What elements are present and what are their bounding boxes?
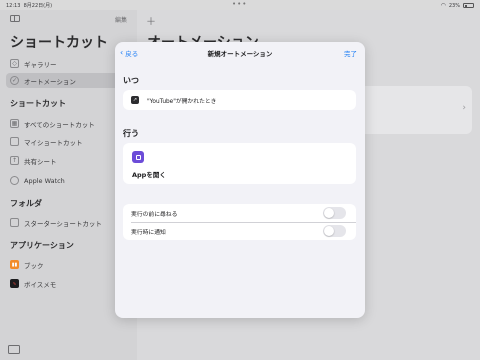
trigger-row[interactable]: ↗ "YouTube"が開かれたとき [123,90,356,110]
add-icon[interactable]: ＋ [146,13,156,28]
sidebar-toggle-icon[interactable] [10,15,20,22]
trigger-text: "YouTube"が開かれたとき [147,98,217,105]
sidebar-item-label: マイショートカット [24,138,83,147]
new-folder-icon[interactable] [8,345,20,354]
section-title-applications: アプリケーション [10,241,74,250]
open-app-action-icon [132,151,144,163]
watch-icon [10,176,19,185]
battery-icon [463,3,474,8]
trigger-group: ↗ "YouTube"が開かれたとき [123,90,356,110]
multitasking-dots[interactable]: ••• [232,0,247,8]
sidebar-item-label: 共有シート [24,157,57,166]
folder-icon [10,218,19,227]
action-card[interactable]: Appを開く [123,143,356,184]
square-icon [10,137,19,146]
sidebar-title: ショートカット [10,35,108,51]
sidebar-item-label: Apple Watch [24,176,65,185]
sheet-nav-bar: ‹ 戻る 新規オートメーション 完了 [115,42,365,64]
edit-button[interactable]: 編集 [115,15,127,24]
status-right: ◠ 23% [441,2,474,9]
gallery-icon: ◇ [10,59,19,68]
sidebar-item-share-sheet[interactable]: ↑ 共有シート [6,153,131,168]
automation-icon: ✓ [10,76,19,85]
voice-memos-app-icon: ∿ [10,279,19,288]
wifi-icon: ◠ [440,2,446,9]
sidebar-item-apple-watch[interactable]: Apple Watch [6,173,131,188]
sidebar-item-starter-shortcuts[interactable]: スターターショートカット [6,215,131,230]
ask-before-running-row: 実行の前に尋ねる [123,204,356,222]
notify-when-run-row: 実行時に通知 [123,222,356,240]
done-button[interactable]: 完了 [344,48,357,58]
chevron-right-icon: › [462,103,466,113]
section-title-folders: フォルダ [10,199,42,208]
status-bar: 12:13 8月22日(月) ••• ◠ 23% [0,0,480,10]
sidebar-item-label: ブック [24,261,44,270]
when-header: いつ [123,76,139,85]
option-label: 実行の前に尋ねる [131,211,178,218]
sidebar-toolbar: 編集 [10,14,127,24]
squares-icon: ▦ [10,119,19,128]
sheet-title: 新規オートメーション [207,50,273,58]
sidebar-item-label: オートメーション [24,77,76,86]
app-open-trigger-icon: ↗ [131,96,139,104]
sidebar-item-my-shortcuts[interactable]: マイショートカット [6,134,131,149]
do-header: 行う [123,129,139,138]
books-app-icon: ▮▮ [10,260,19,269]
sidebar-item-label: ギャラリー [24,60,57,69]
sidebar-item-automation[interactable]: ✓ オートメーション [6,73,131,88]
share-icon: ↑ [10,156,19,165]
action-label: Appを開く [132,171,166,179]
sidebar-item-label: すべてのショートカット [24,120,95,129]
sidebar-item-voice-memos[interactable]: ∿ ボイスメモ [6,276,131,291]
sidebar-item-all-shortcuts[interactable]: ▦ すべてのショートカット [6,116,131,131]
ask-before-running-toggle[interactable] [323,207,346,219]
section-title-shortcuts: ショートカット [10,99,66,108]
sidebar-item-label: ボイスメモ [24,280,57,289]
battery-percent: 23% [448,2,460,9]
sidebar-item-gallery[interactable]: ◇ ギャラリー [6,56,131,71]
options-group: 実行の前に尋ねる 実行時に通知 [123,204,356,240]
sidebar-item-label: スターターショートカット [24,219,102,228]
sidebar-item-books[interactable]: ▮▮ ブック [6,257,131,272]
option-label: 実行時に通知 [131,229,166,236]
status-time: 12:13 8月22日(月) [6,3,53,9]
new-automation-sheet: ‹ 戻る 新規オートメーション 完了 いつ ↗ "YouTube"が開かれたとき… [115,42,365,318]
notify-when-run-toggle[interactable] [323,225,346,237]
